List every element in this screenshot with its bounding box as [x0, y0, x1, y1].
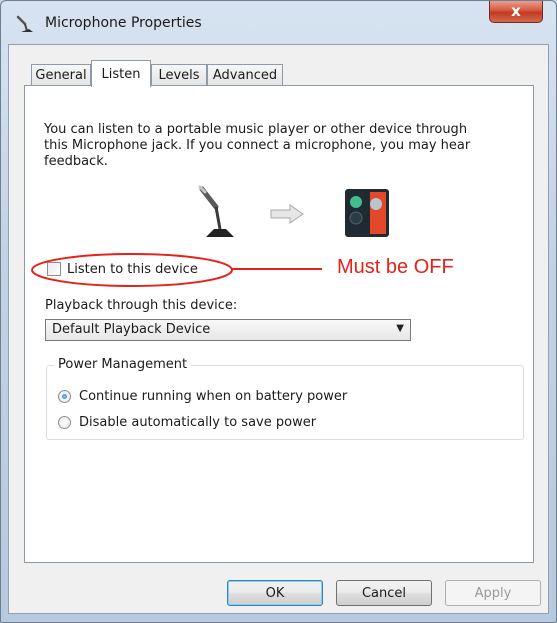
microphone-icon: [16, 15, 33, 32]
tab-advanced-label: Advanced: [212, 68, 278, 83]
tab-levels-label: Levels: [158, 68, 200, 83]
radio-continue-running[interactable]: [58, 390, 71, 403]
tab-general-label: General: [35, 68, 87, 83]
playback-label: Playback through this device:: [45, 298, 238, 313]
cancel-button[interactable]: Cancel: [336, 580, 432, 606]
radio-disable-automatically[interactable]: [58, 416, 71, 429]
annotation-text: Must be OFF: [337, 256, 454, 278]
tab-general[interactable]: General: [31, 64, 91, 86]
radio-disable-automatically-label[interactable]: Disable automatically to save power: [79, 415, 316, 430]
close-icon: x: [511, 2, 521, 20]
close-button[interactable]: x: [489, 1, 543, 23]
speaker-device-icon: [345, 189, 389, 237]
annotation-line: [232, 268, 322, 270]
playback-device-select[interactable]: Default Playback Device ▼: [45, 319, 411, 341]
apply-button[interactable]: Apply: [445, 580, 541, 606]
title-bar[interactable]: Microphone Properties x: [1, 1, 557, 45]
tab-levels[interactable]: Levels: [151, 64, 207, 86]
radio-continue-running-label[interactable]: Continue running when on battery power: [79, 389, 347, 404]
listen-description: You can listen to a portable music playe…: [44, 122, 471, 169]
tab-listen[interactable]: Listen: [91, 60, 151, 87]
apply-button-label: Apply: [474, 585, 512, 601]
power-management-title: Power Management: [54, 357, 192, 372]
arrow-right-icon: [270, 204, 304, 224]
tab-advanced[interactable]: Advanced: [207, 64, 283, 86]
microphone-icon: [198, 185, 234, 237]
dropdown-arrow-icon: ▼: [396, 323, 404, 334]
tab-listen-label: Listen: [101, 66, 141, 82]
cancel-button-label: Cancel: [361, 585, 407, 601]
ok-button[interactable]: OK: [227, 580, 323, 606]
ok-button-label: OK: [265, 585, 285, 601]
playback-device-value: Default Playback Device: [52, 322, 211, 337]
annotation-ellipse: [31, 253, 233, 287]
window-title: Microphone Properties: [45, 15, 202, 31]
